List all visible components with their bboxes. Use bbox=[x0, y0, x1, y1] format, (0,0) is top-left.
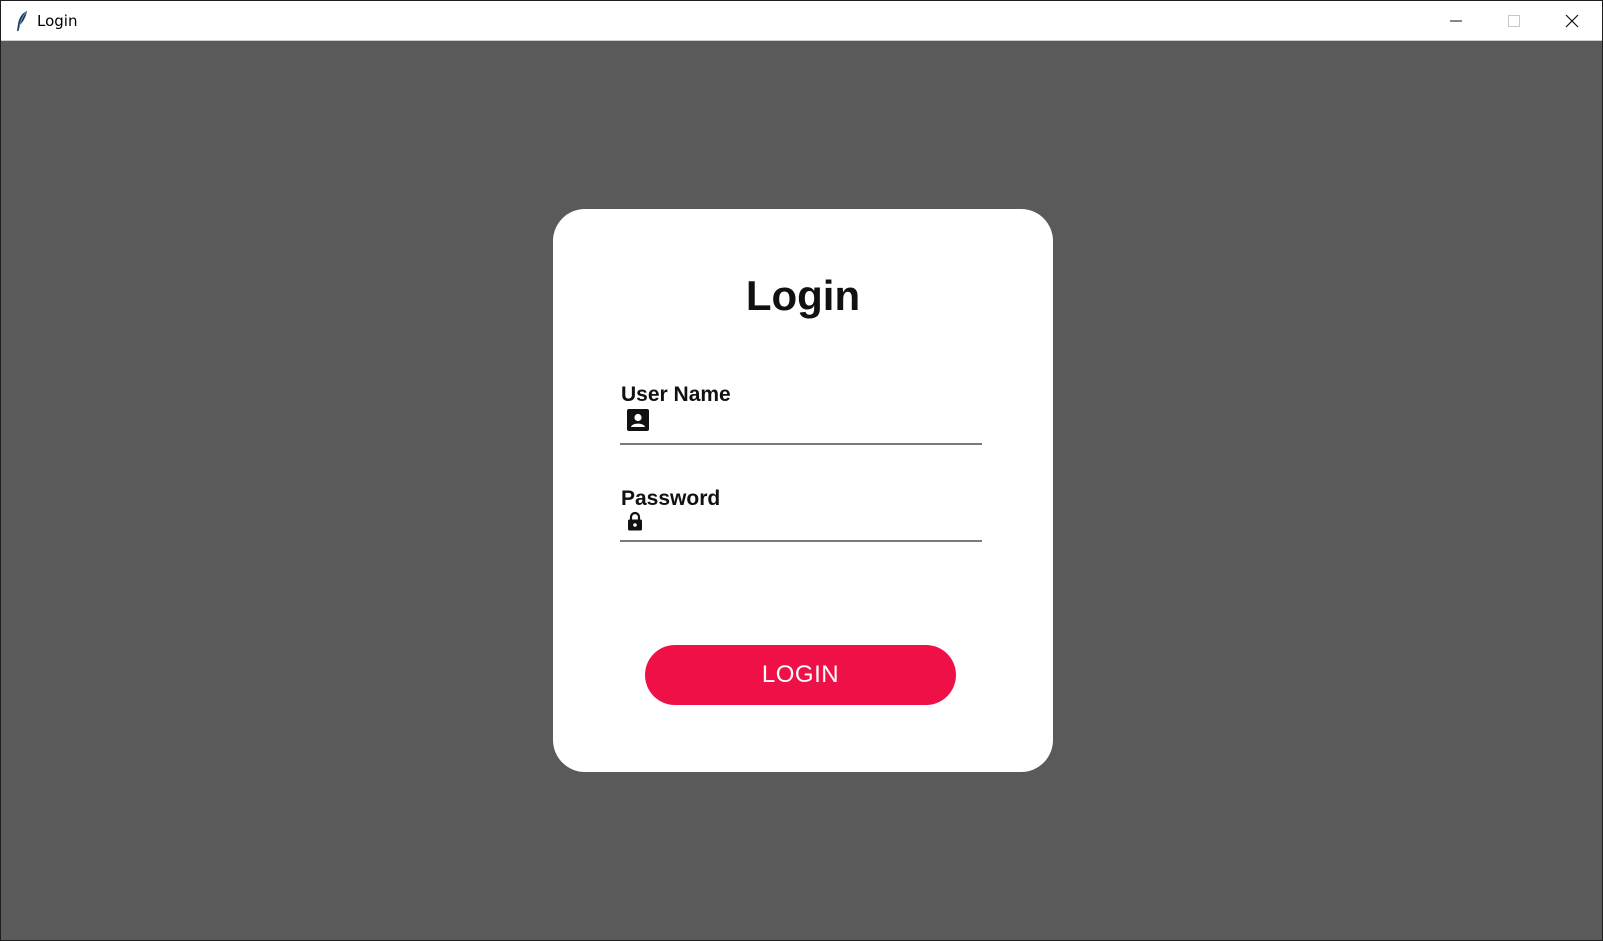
password-underline bbox=[620, 540, 982, 542]
username-field[interactable] bbox=[655, 407, 959, 439]
app-window: Login Login User Name Password LOGIN bbox=[0, 0, 1603, 941]
password-field[interactable] bbox=[655, 507, 959, 539]
title-bar[interactable]: Login bbox=[1, 1, 1602, 41]
feather-icon bbox=[15, 10, 29, 32]
login-button[interactable]: LOGIN bbox=[645, 645, 956, 705]
login-card: Login User Name Password LOGIN bbox=[553, 209, 1053, 772]
page-title: Login bbox=[745, 272, 861, 319]
window-title: Login bbox=[37, 12, 78, 30]
close-button[interactable] bbox=[1543, 1, 1601, 40]
username-underline bbox=[620, 443, 982, 445]
maximize-button[interactable] bbox=[1485, 1, 1543, 40]
lock-icon bbox=[627, 511, 643, 536]
username-label: User Name bbox=[621, 383, 731, 406]
minimize-button[interactable] bbox=[1427, 1, 1485, 40]
user-card-icon bbox=[627, 409, 649, 436]
